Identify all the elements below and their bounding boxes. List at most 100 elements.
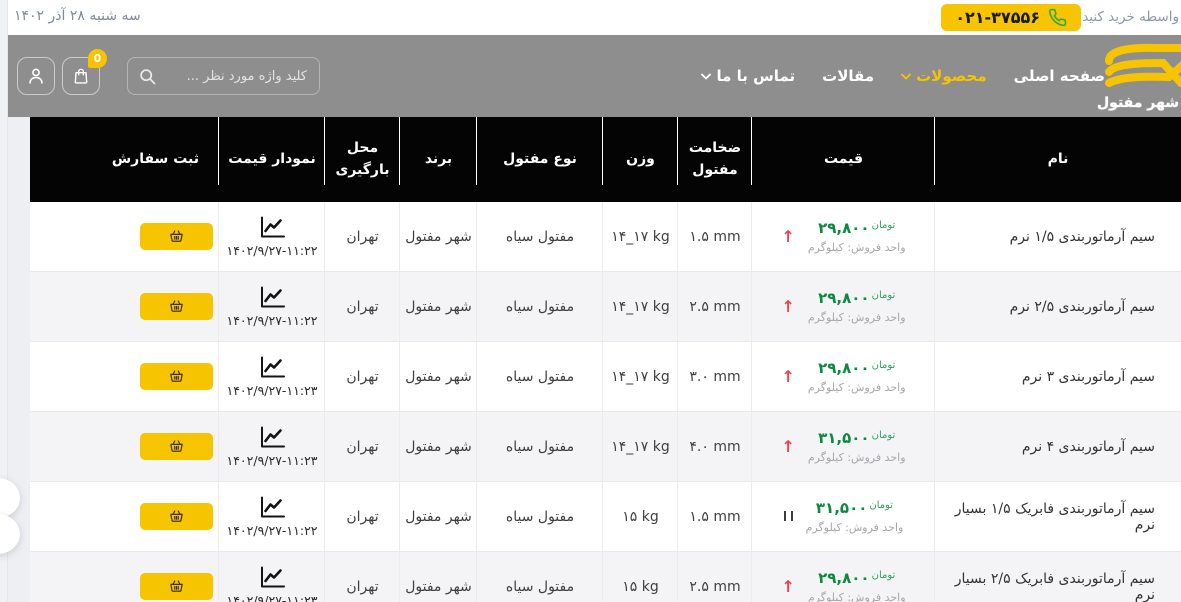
thickness-cell: ۲.۵ mm (678, 552, 752, 602)
order-cell (30, 202, 219, 271)
table-row: سیم آرماتوربندی فابریک ۲/۵ بسیار نرم ↑ ۲… (30, 552, 1181, 602)
thickness-cell: ۴.۰ mm (678, 412, 752, 481)
table-row: سیم آرماتوربندی ۲/۵ نرم ↑ ۲۹,۸۰۰ تومان و… (30, 272, 1181, 342)
price-value: ۲۹,۸۰۰ (818, 359, 870, 377)
column-header: وزن (603, 117, 678, 202)
price-chart-icon[interactable] (259, 496, 286, 519)
nav-item[interactable]: محصولات (901, 67, 987, 85)
trend-icon (783, 509, 793, 525)
weight-cell: ۱۵ kg (603, 552, 678, 602)
product-name[interactable]: سیم آرماتوربندی فابریک ۱/۵ بسیار نرم (935, 482, 1181, 551)
chart-cell: ۱۴۰۲/۹/۲۷-۱۱:۲۲ (219, 482, 325, 551)
thickness-cell: ۳.۰ mm (678, 342, 752, 411)
order-cell (30, 412, 219, 481)
brand-cell: شهر مفتول (400, 272, 477, 341)
wire-type-cell: مفتول سیاه (477, 482, 603, 551)
currency-label: تومان (871, 570, 896, 581)
price-chart-icon[interactable] (259, 566, 286, 589)
order-cell (30, 342, 219, 411)
brand-cell: شهر مفتول (400, 552, 477, 602)
price-chart-icon[interactable] (259, 216, 286, 239)
brand-cell: شهر مفتول (400, 482, 477, 551)
product-name[interactable]: سیم آرماتوربندی ۱/۵ نرم (935, 202, 1181, 271)
basket-icon (168, 298, 185, 315)
phone-badge[interactable]: ۰۲۱-۳۷۵۵۶ (941, 4, 1081, 31)
shopping-bag-icon (71, 66, 91, 86)
price-cell: ↑ ۲۹,۸۰۰ تومان واحد فروش: کیلوگرم (752, 342, 935, 411)
location-cell: تهران (325, 412, 400, 481)
location-cell: تهران (325, 272, 400, 341)
nav-item[interactable]: تماس با ما (701, 67, 795, 85)
price-value: ۳۱,۵۰۰ (815, 499, 868, 517)
price-chart-icon[interactable] (259, 286, 286, 309)
cta-text: واسطه خرید کنید (1082, 9, 1179, 25)
sale-unit: واحد فروش: کیلوگرم (807, 451, 906, 464)
wire-type-cell: مفتول سیاه (477, 412, 603, 481)
trend-icon: ↑ (781, 576, 795, 596)
column-header: برند (400, 117, 477, 202)
product-name[interactable]: سیم آرماتوربندی ۲/۵ نرم (935, 272, 1181, 341)
cart-count-badge: 0 (88, 49, 107, 68)
product-name[interactable]: سیم آرماتوربندی ۳ نرم (935, 342, 1181, 411)
weight-cell: ۱۴_۱۷ kg (603, 202, 678, 271)
sale-unit: واحد فروش: کیلوگرم (807, 311, 906, 324)
table-header-row: نام قیمت ضخامت مفتول وزن نوع مفتول برند محل با… (30, 117, 1181, 202)
price-cell: ↑ ۲۹,۸۰۰ تومان واحد فروش: کیلوگرم (752, 552, 935, 602)
price-chart-icon[interactable] (259, 356, 286, 379)
add-to-cart-button[interactable] (140, 363, 213, 390)
basket-icon (168, 368, 185, 385)
price-table: نام قیمت ضخامت مفتول وزن نوع مفتول برند محل با… (30, 117, 1181, 602)
add-to-cart-button[interactable] (140, 223, 213, 250)
nav-item[interactable]: مقالات (822, 67, 874, 85)
chart-cell: ۱۴۰۲/۹/۲۷-۱۱:۲۲ (219, 272, 325, 341)
weight-cell: ۱۵ kg (603, 482, 678, 551)
column-header: قیمت (752, 117, 935, 202)
trend-icon: ↑ (781, 296, 795, 316)
thickness-cell: ۱.۵ mm (678, 482, 752, 551)
logo-text: شهر مفتول (1097, 95, 1179, 111)
column-header: نام (1047, 150, 1069, 167)
chart-cell: ۱۴۰۲/۹/۲۷-۱۱:۲۲ (219, 202, 325, 271)
search-input[interactable] (128, 58, 319, 94)
basket-icon (168, 228, 185, 245)
nav-item[interactable]: صفحه اصلی (1014, 67, 1105, 85)
currency-label: تومان (869, 500, 894, 511)
chart-timestamp: ۱۴۰۲/۹/۲۷-۱۱:۲۲ (226, 312, 318, 328)
weight-cell: ۱۴_۱۷ kg (603, 272, 678, 341)
floating-widget-button[interactable] (0, 478, 20, 518)
wire-type-cell: مفتول سیاه (477, 552, 603, 602)
add-to-cart-button[interactable] (140, 293, 213, 320)
brand-cell: شهر مفتول (400, 342, 477, 411)
table-row: سیم آرماتوربندی ۳ نرم ↑ ۲۹,۸۰۰ تومان واح… (30, 342, 1181, 412)
floating-widget[interactable] (0, 478, 20, 554)
cart-button[interactable]: 0 (62, 49, 107, 95)
add-to-cart-button[interactable] (140, 433, 213, 460)
sale-unit: واحد فروش: کیلوگرم (807, 381, 906, 394)
trend-icon: ↑ (781, 366, 795, 386)
price-value: ۲۹,۸۰۰ (818, 569, 870, 587)
add-to-cart-button[interactable] (140, 573, 213, 600)
weight-cell: ۱۴_۱۷ kg (603, 412, 678, 481)
order-cell (30, 552, 219, 602)
main-navbar: شهر مفتول صفحه اصلی محصولات مقالات تماس با … (0, 35, 1181, 117)
price-value: ۳۱,۵۰۰ (818, 429, 870, 447)
currency-label: تومان (871, 360, 896, 371)
chevron-down-icon (701, 73, 712, 80)
column-header: نمودار قیمت (219, 117, 325, 202)
location-cell: تهران (325, 482, 400, 551)
currency-label: تومان (871, 290, 896, 301)
chart-timestamp: ۱۴۰۲/۹/۲۷-۱۱:۲۳ (226, 452, 318, 468)
chevron-down-icon (901, 73, 912, 80)
trend-icon: ↑ (781, 436, 795, 456)
product-name[interactable]: سیم آرماتوربندی ۴ نرم (935, 412, 1181, 481)
floating-widget-button[interactable] (0, 514, 20, 554)
column-header: محل بارگیری (325, 117, 400, 202)
account-button[interactable] (17, 57, 55, 95)
wire-type-cell: مفتول سیاه (477, 202, 603, 271)
product-name[interactable]: سیم آرماتوربندی فابریک ۲/۵ بسیار نرم (935, 552, 1181, 602)
weight-cell: ۱۴_۱۷ kg (603, 342, 678, 411)
column-header: نوع مفتول (477, 117, 603, 202)
add-to-cart-button[interactable] (140, 503, 213, 530)
price-cell: ↑ ۲۹,۸۰۰ تومان واحد فروش: کیلوگرم (752, 272, 935, 341)
price-chart-icon[interactable] (259, 426, 286, 449)
